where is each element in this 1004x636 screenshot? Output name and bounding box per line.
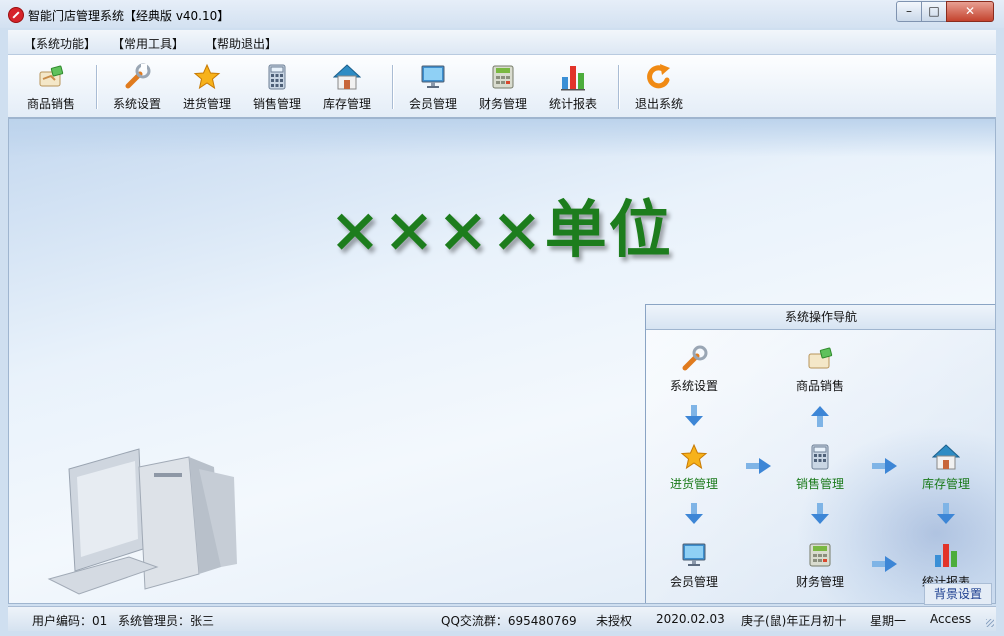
status-qq-group: QQ交流群：695480769 bbox=[441, 614, 577, 628]
menu-common-tools[interactable]: 【常用工具】 bbox=[112, 35, 184, 52]
toolbar-label: 会员管理 bbox=[408, 97, 457, 111]
main-top-band bbox=[9, 119, 995, 157]
wrench-icon bbox=[125, 63, 151, 89]
cash-register-icon bbox=[492, 65, 514, 89]
resize-grip-icon[interactable] bbox=[986, 619, 994, 627]
minimize-button[interactable]: – bbox=[896, 1, 922, 22]
nav-sales-management[interactable]: 销售管理 bbox=[788, 443, 852, 495]
product-sales-icon bbox=[808, 347, 833, 369]
toolbar-separator bbox=[96, 65, 98, 109]
toolbar-label: 销售管理 bbox=[252, 97, 301, 111]
arrow-up-icon bbox=[811, 406, 829, 427]
star-icon bbox=[680, 443, 708, 470]
star-icon bbox=[193, 63, 221, 90]
house-icon bbox=[932, 444, 960, 470]
toolbar-statistics-button[interactable]: 统计报表 bbox=[538, 59, 608, 115]
toolbar-label: 统计报表 bbox=[548, 97, 597, 111]
toolbar-member-button[interactable]: 会员管理 bbox=[398, 59, 468, 115]
calculator-icon bbox=[268, 64, 286, 90]
cash-register-icon bbox=[809, 543, 831, 567]
toolbar-label: 财务管理 bbox=[478, 97, 527, 111]
toolbar-label: 库存管理 bbox=[322, 97, 371, 111]
toolbar-exit-button[interactable]: 退出系统 bbox=[624, 59, 694, 115]
minimize-icon: – bbox=[906, 4, 912, 18]
nav-item-label: 进货管理 bbox=[669, 477, 718, 491]
status-weekday: 星期一 bbox=[870, 614, 907, 628]
nav-finance-management[interactable]: 财务管理 bbox=[788, 541, 852, 593]
status-date: 2020.02.03 bbox=[656, 612, 725, 626]
toolbar: 商品销售 系统设置 进货管理 销售管理 库存管理 会员管理 财务管理 统计报表 … bbox=[8, 55, 996, 118]
nav-purchase-management[interactable]: 进货管理 bbox=[662, 443, 726, 495]
close-button[interactable]: ✕ bbox=[946, 1, 994, 22]
monitor-icon bbox=[421, 65, 445, 88]
status-lunar-date: 庚子(鼠)年正月初十 bbox=[741, 614, 847, 628]
toolbar-label: 商品销售 bbox=[26, 97, 75, 111]
arrow-down-icon bbox=[811, 503, 829, 524]
wrench-icon bbox=[682, 345, 708, 371]
nav-product-sales[interactable]: 商品销售 bbox=[788, 345, 852, 397]
toolbar-purchase-button[interactable]: 进货管理 bbox=[172, 59, 242, 115]
nav-item-label: 财务管理 bbox=[795, 575, 844, 589]
computer-illustration bbox=[47, 448, 237, 595]
nav-panel-title: 系统操作导航 bbox=[646, 305, 995, 330]
arrow-right-icon bbox=[746, 458, 771, 474]
nav-item-label: 系统设置 bbox=[669, 379, 718, 393]
unit-name-title: ××××单位 bbox=[329, 193, 673, 266]
nav-inventory-management[interactable]: 库存管理 bbox=[914, 443, 978, 495]
nav-item-label: 商品销售 bbox=[795, 379, 844, 393]
arrow-down-icon bbox=[685, 405, 703, 426]
app-window: 智能门店管理系统【经典版 v40.10】 – □ ✕ 【系统功能】 【常用工具】… bbox=[0, 0, 1004, 636]
status-user-code: 用户编码：01 bbox=[32, 614, 108, 628]
app-logo-icon bbox=[8, 7, 24, 23]
arrow-down-icon bbox=[937, 503, 955, 524]
toolbar-inventory-button[interactable]: 库存管理 bbox=[312, 59, 382, 115]
maximize-icon: □ bbox=[928, 4, 940, 18]
arrow-right-icon bbox=[872, 556, 897, 572]
title-bar[interactable]: 智能门店管理系统【经典版 v40.10】 – □ ✕ bbox=[0, 0, 1004, 28]
toolbar-sales-button[interactable]: 销售管理 bbox=[242, 59, 312, 115]
exit-arrow-icon bbox=[647, 64, 670, 89]
product-sales-icon bbox=[39, 65, 64, 87]
nav-member-management[interactable]: 会员管理 bbox=[662, 541, 726, 593]
house-icon bbox=[333, 64, 361, 90]
close-icon: ✕ bbox=[964, 4, 976, 18]
status-user-name: 系统管理员：张三 bbox=[118, 614, 215, 628]
arrow-right-icon bbox=[872, 458, 897, 474]
toolbar-label: 系统设置 bbox=[112, 97, 161, 111]
toolbar-finance-button[interactable]: 财务管理 bbox=[468, 59, 538, 115]
toolbar-product-sales-button[interactable]: 商品销售 bbox=[16, 59, 86, 115]
main-area: ××××单位 系统操作导航 系统设置 商品销售 进货管理 销售管理 库存管理 会… bbox=[8, 118, 996, 604]
status-database: Access bbox=[930, 612, 972, 626]
status-license: 未授权 bbox=[596, 614, 633, 628]
menu-bar: 【系统功能】 【常用工具】 【帮助退出】 bbox=[8, 30, 996, 55]
arrow-down-icon bbox=[685, 503, 703, 524]
nav-item-label: 销售管理 bbox=[795, 477, 844, 491]
bar-chart-icon bbox=[561, 66, 585, 91]
nav-item-label: 会员管理 bbox=[669, 575, 718, 589]
maximize-button[interactable]: □ bbox=[921, 1, 947, 22]
nav-item-label: 库存管理 bbox=[921, 477, 970, 491]
bar-chart-icon bbox=[935, 544, 957, 567]
toolbar-separator bbox=[618, 65, 620, 109]
operation-nav-panel: 系统操作导航 系统设置 商品销售 进货管理 销售管理 库存管理 会员管理 财务管… bbox=[645, 304, 995, 603]
menu-system-functions[interactable]: 【系统功能】 bbox=[24, 35, 96, 52]
toolbar-separator bbox=[392, 65, 394, 109]
toolbar-label: 退出系统 bbox=[634, 97, 683, 111]
window-title: 智能门店管理系统【经典版 v40.10】 bbox=[28, 9, 230, 23]
calculator-icon bbox=[811, 444, 829, 470]
toolbar-system-settings-button[interactable]: 系统设置 bbox=[102, 59, 172, 115]
monitor-icon bbox=[682, 543, 706, 566]
nav-system-settings[interactable]: 系统设置 bbox=[662, 345, 726, 397]
background-settings-button[interactable]: 背景设置 bbox=[924, 583, 992, 605]
status-bar: 用户编码：01 系统管理员：张三 QQ交流群：695480769 未授权 202… bbox=[8, 606, 996, 631]
toolbar-label: 进货管理 bbox=[182, 97, 231, 111]
menu-help-exit[interactable]: 【帮助退出】 bbox=[205, 35, 277, 52]
